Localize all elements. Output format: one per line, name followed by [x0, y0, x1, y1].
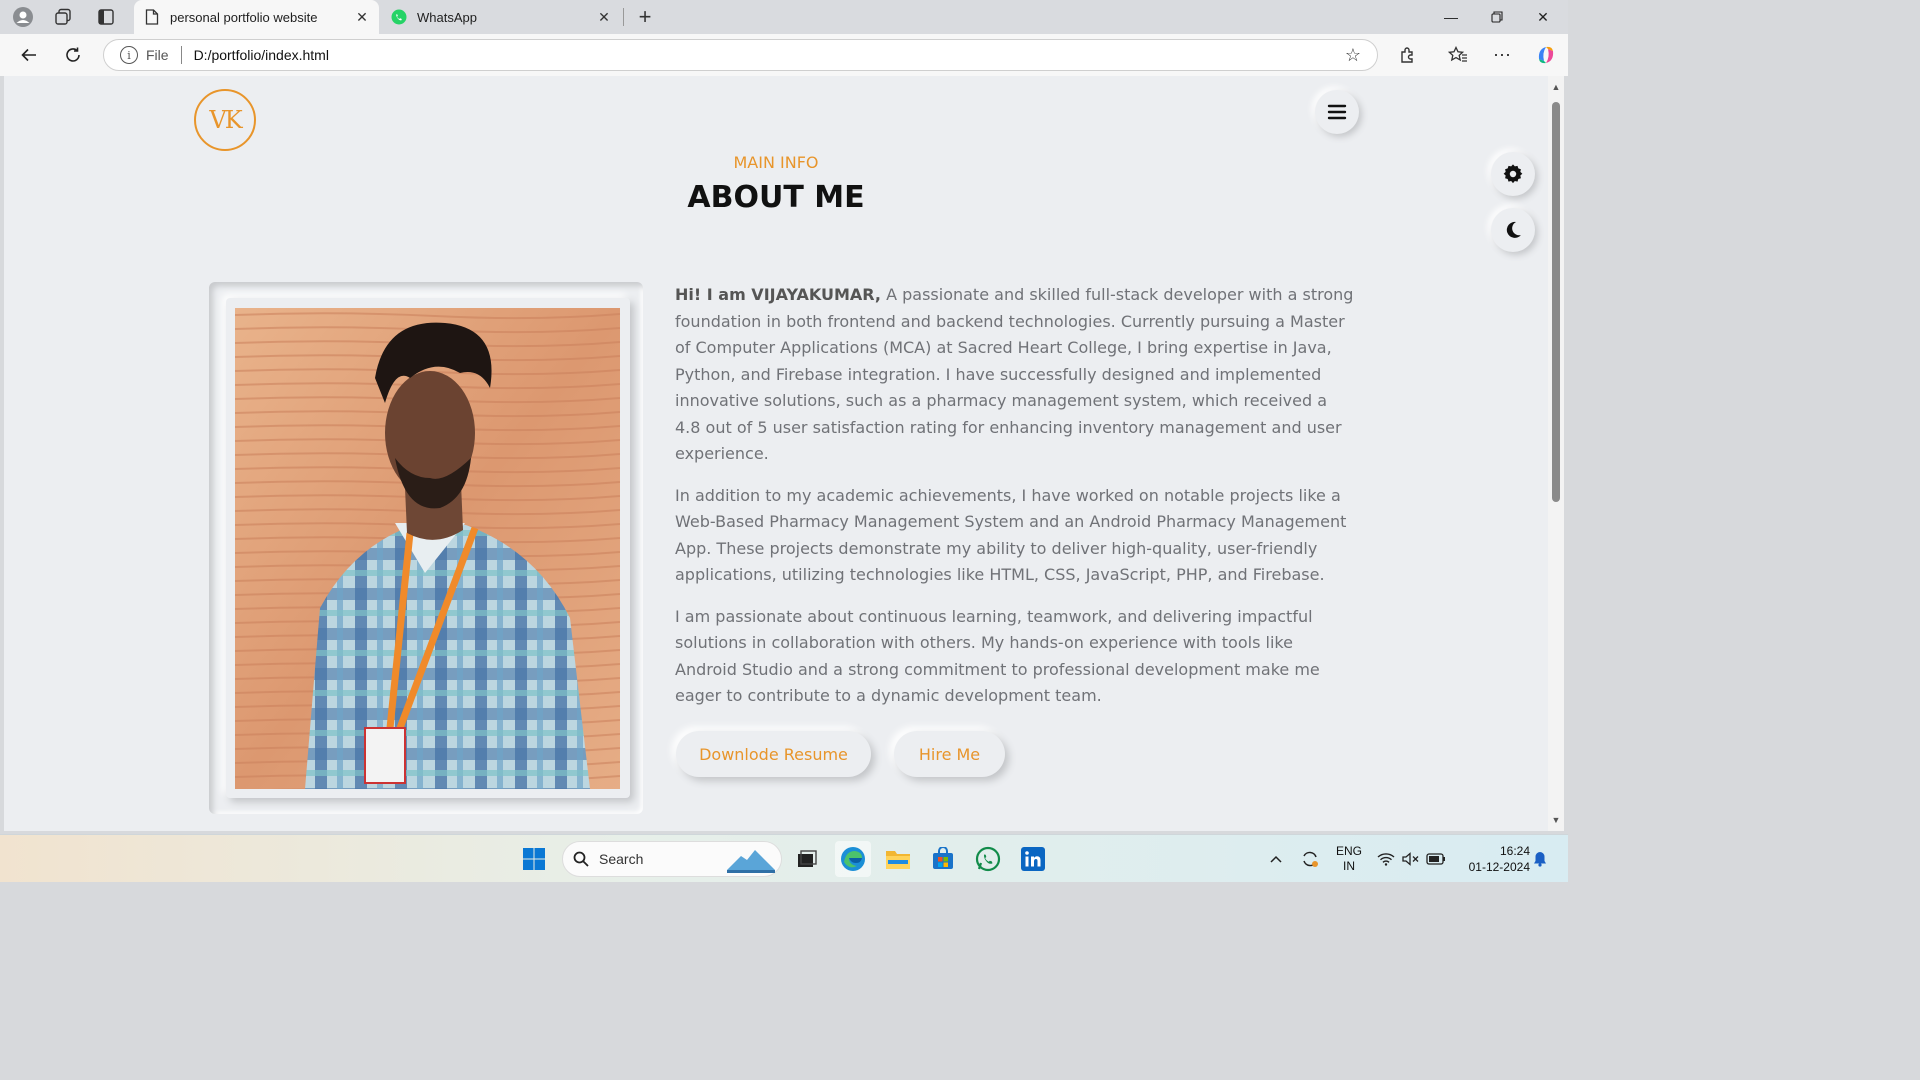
whatsapp-app-icon[interactable] [970, 841, 1006, 877]
more-options-icon[interactable]: ⋯ [1487, 41, 1517, 69]
language-code: ENG [1335, 844, 1362, 858]
about-paragraph-3: I am passionate about continuous learnin… [675, 606, 1320, 706]
restore-icon[interactable] [1474, 0, 1520, 34]
hamburger-menu-icon[interactable] [1315, 90, 1359, 134]
refresh-icon[interactable] [58, 41, 88, 69]
clock-time: 16:24 [1499, 844, 1530, 858]
address-separator [180, 46, 182, 64]
about-paragraph-1-text: A passionate and skilled full-stack deve… [675, 285, 1354, 463]
profile-photo [235, 308, 620, 789]
clock-date: 01-12-2024 [1468, 860, 1530, 874]
show-hidden-icons-chevron-icon[interactable] [1264, 835, 1288, 883]
site-logo[interactable]: VK [194, 89, 256, 151]
scroll-thumb[interactable] [1552, 102, 1560, 502]
region-code: IN [1343, 859, 1355, 873]
close-tab-icon[interactable]: ✕ [593, 6, 615, 28]
copilot-icon[interactable] [1531, 41, 1561, 69]
url-text[interactable]: D:/portfolio/index.html [194, 47, 1341, 63]
windows-start-icon[interactable] [516, 841, 552, 877]
extensions-icon[interactable] [1393, 41, 1423, 69]
search-highlight-icon [725, 846, 777, 874]
site-info-icon[interactable]: i [120, 46, 138, 64]
about-text: Hi! I am VIJAYAKUMAR, A passionate and s… [675, 282, 1355, 725]
section-subtitle: MAIN INFO [733, 153, 819, 172]
intro-name: Hi! I am VIJAYAKUMAR, [675, 285, 881, 304]
tab-whatsapp[interactable]: WhatsApp ✕ [381, 0, 621, 34]
browser-toolbar: i File D:/portfolio/index.html ☆ ⋯ [0, 34, 1568, 76]
tab-portfolio[interactable]: personal portfolio website ✕ [134, 0, 379, 34]
about-paragraph-2: In addition to my academic achievements,… [675, 485, 1347, 585]
task-view-icon[interactable] [789, 841, 825, 877]
wifi-icon[interactable] [1374, 835, 1398, 883]
new-tab-icon[interactable]: + [632, 4, 658, 29]
whatsapp-icon [391, 9, 407, 25]
volume-muted-icon[interactable] [1400, 835, 1422, 883]
address-bar[interactable]: i File D:/portfolio/index.html ☆ [103, 39, 1378, 71]
section-title: ABOUT ME [687, 180, 865, 215]
page-scrollbar[interactable]: ▲ ▼ [1548, 76, 1564, 831]
tab-title: WhatsApp [417, 9, 477, 25]
taskbar-search-box[interactable]: Search [562, 841, 782, 877]
search-label: Search [599, 851, 644, 867]
download-resume-button[interactable]: Downlode Resume [676, 731, 871, 777]
page-viewport: VK MAIN INFO ABOUT ME Hi! I am VIJAYAKUM… [4, 76, 1548, 831]
input-language[interactable]: ENG IN [1330, 835, 1368, 883]
tab-actions-icon[interactable] [93, 5, 119, 29]
hire-me-button[interactable]: Hire Me [894, 731, 1005, 777]
tab-title: personal portfolio website [170, 9, 318, 25]
search-icon [573, 851, 589, 867]
close-window-icon[interactable]: ✕ [1520, 0, 1566, 34]
tab-separator [623, 8, 624, 26]
clock[interactable]: 16:24 01-12-2024 [1454, 835, 1530, 883]
favorites-icon[interactable] [1443, 41, 1473, 69]
windows-taskbar: Search ENG IN 16:24 01-12-2024 [0, 834, 1568, 882]
linkedin-icon[interactable] [1015, 841, 1051, 877]
page-icon [144, 9, 160, 25]
about-paragraph-1: Hi! I am VIJAYAKUMAR, A passionate and s… [675, 282, 1355, 468]
notification-bell-icon[interactable] [1530, 835, 1550, 883]
tab-strip: personal portfolio website ✕ WhatsApp ✕ … [0, 0, 1568, 34]
microsoft-store-icon[interactable] [925, 841, 961, 877]
edge-browser-icon[interactable] [835, 841, 871, 877]
scroll-up-arrow-icon[interactable]: ▲ [1551, 82, 1561, 92]
workspaces-icon[interactable] [50, 5, 76, 29]
profile-icon[interactable] [10, 5, 36, 29]
battery-icon[interactable] [1424, 835, 1448, 883]
file-explorer-icon[interactable] [880, 841, 916, 877]
back-icon[interactable] [14, 41, 44, 69]
scheme-label: File [146, 47, 169, 63]
favorite-star-icon[interactable]: ☆ [1341, 43, 1365, 67]
sync-icon[interactable] [1296, 835, 1324, 883]
minimize-icon[interactable]: — [1428, 0, 1474, 34]
close-tab-icon[interactable]: ✕ [351, 6, 373, 28]
scroll-down-arrow-icon[interactable]: ▼ [1551, 815, 1561, 825]
